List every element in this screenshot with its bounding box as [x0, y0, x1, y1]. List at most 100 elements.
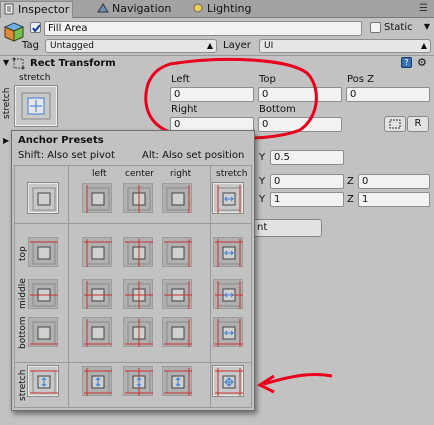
- preset-top-none[interactable]: [28, 237, 58, 267]
- anchor-preset-icon: [164, 239, 192, 267]
- anchor-preset-icon: [30, 241, 58, 265]
- presets-grid-divider: [14, 362, 252, 363]
- pivot-y-field[interactable]: 0.5: [270, 150, 344, 165]
- preset-top-center[interactable]: [123, 237, 153, 267]
- row-label-top: top: [18, 246, 28, 261]
- chevron-down-icon: ▲︎: [420, 41, 427, 50]
- rotation-z-label: Z: [347, 176, 354, 187]
- rotation-y-field[interactable]: 0: [270, 174, 344, 189]
- anchor-preset-icon: [215, 239, 243, 267]
- scale-z-label: Z: [347, 194, 354, 205]
- preset-top-left[interactable]: [82, 237, 112, 267]
- col-label-left: left: [92, 169, 107, 179]
- anchor-preset-icon: [86, 185, 110, 213]
- col-label-right: right: [170, 169, 192, 179]
- preset-bottom-center[interactable]: [123, 317, 153, 347]
- shift-hint: Shift: Also set pivot: [18, 150, 115, 161]
- inspector-icon: [3, 3, 15, 15]
- anchor-preset-icon: [84, 319, 112, 347]
- settings-gear-icon[interactable]: ⚙: [417, 56, 427, 69]
- scale-y-field[interactable]: 1: [270, 192, 344, 207]
- col-label-stretch: stretch: [216, 169, 248, 179]
- posz-label: Pos Z: [347, 74, 375, 85]
- tab-navigation[interactable]: Navigation: [95, 1, 195, 18]
- tab-lighting-label: Lighting: [207, 2, 252, 15]
- active-checkbox[interactable]: [30, 22, 41, 33]
- pivot-y-label: Y: [259, 152, 266, 163]
- rotation-z-field[interactable]: 0: [358, 174, 430, 189]
- presets-grid-divider: [210, 165, 211, 408]
- component-title: Rect Transform: [30, 58, 116, 69]
- anchor-preset-icon: [125, 239, 153, 267]
- rotation-y-label: Y: [259, 176, 266, 187]
- preset-bottom-right[interactable]: [162, 317, 192, 347]
- preset-stretch-right[interactable]: [162, 366, 192, 396]
- layer-dropdown[interactable]: UI ▲︎: [259, 39, 431, 53]
- blueprint-mode-button[interactable]: [384, 116, 406, 132]
- preset-stretch-left[interactable]: [82, 366, 112, 396]
- rect-transform-icon: [12, 57, 25, 70]
- scale-z-field[interactable]: 1: [358, 192, 430, 207]
- anchor-caption: stretch: [19, 73, 51, 83]
- anchor-preset-icon: [164, 368, 192, 396]
- layer-label: Layer: [223, 40, 251, 51]
- raw-edit-button[interactable]: R: [407, 116, 429, 132]
- preset-none-center[interactable]: [123, 183, 153, 213]
- preset-top-right[interactable]: [162, 237, 192, 267]
- preset-middle-none[interactable]: [28, 279, 58, 309]
- expand-arrow-icon[interactable]: ▼: [3, 58, 9, 67]
- anchor-preset-icon: [215, 319, 243, 347]
- alt-hint: Alt: Also set position: [142, 150, 245, 161]
- help-icon[interactable]: ?: [401, 57, 412, 68]
- scale-y-label: Y: [259, 194, 266, 205]
- tab-inspector[interactable]: Inspector: [0, 1, 73, 18]
- tag-dropdown[interactable]: Untagged ▲︎: [45, 39, 217, 53]
- anchor-widget-button[interactable]: [15, 86, 57, 126]
- anchor-preset-icon: [164, 319, 192, 347]
- anchor-preset-icon: [217, 185, 241, 213]
- tag-value: Untagged: [50, 41, 95, 51]
- static-dropdown-arrow[interactable]: ▼: [419, 21, 433, 35]
- preset-middle-center[interactable]: [123, 279, 153, 309]
- preset-top-stretch[interactable]: [213, 237, 243, 267]
- preset-bottom-none[interactable]: [28, 317, 58, 347]
- anchor-preset-icon: [84, 239, 112, 267]
- annotation-circle: [144, 57, 318, 140]
- preset-middle-stretch[interactable]: [213, 279, 243, 309]
- anchors-expand-arrow-icon[interactable]: ▶: [3, 136, 9, 145]
- anchor-preset-icon: [125, 319, 153, 347]
- preset-stretch-none[interactable]: [28, 366, 58, 396]
- preset-none-left[interactable]: [82, 183, 112, 213]
- layer-value: UI: [264, 41, 274, 51]
- preset-stretch-center[interactable]: [123, 366, 153, 396]
- preset-none-none[interactable]: [28, 183, 58, 213]
- annotation-arrow: [256, 372, 333, 394]
- posz-field[interactable]: 0: [346, 87, 430, 102]
- anchor-preset-icon: [125, 281, 153, 309]
- col-label-center: center: [125, 169, 154, 179]
- anchor-preset-icon: [166, 185, 190, 213]
- tag-label: Tag: [22, 40, 39, 51]
- tab-lighting[interactable]: Lighting: [190, 1, 270, 18]
- preset-bottom-left[interactable]: [82, 317, 112, 347]
- preset-middle-left[interactable]: [82, 279, 112, 309]
- anchor-preset-icon: [125, 368, 153, 396]
- anchor-preset-icon: [30, 321, 58, 345]
- anchor-preset-icon: [215, 368, 243, 396]
- row-label-middle: middle: [18, 278, 28, 309]
- presets-grid-divider: [14, 223, 252, 224]
- preset-bottom-stretch[interactable]: [213, 317, 243, 347]
- anchor-preset-icon: [164, 281, 192, 309]
- anchor-preset-icon: [84, 368, 112, 396]
- preset-stretch-stretch[interactable]: [213, 366, 243, 396]
- lock-icon[interactable]: ☰: [419, 3, 428, 14]
- object-name-field[interactable]: Fill Area: [44, 21, 362, 36]
- preset-none-stretch[interactable]: [213, 183, 243, 213]
- anchor-preset-icon: [30, 370, 58, 394]
- chevron-down-icon: ▲︎: [206, 41, 213, 50]
- anchor-preset-icon: [84, 281, 112, 309]
- anchor-preset-icon: [215, 281, 243, 309]
- preset-middle-right[interactable]: [162, 279, 192, 309]
- preset-none-right[interactable]: [162, 183, 192, 213]
- static-checkbox[interactable]: [370, 22, 381, 33]
